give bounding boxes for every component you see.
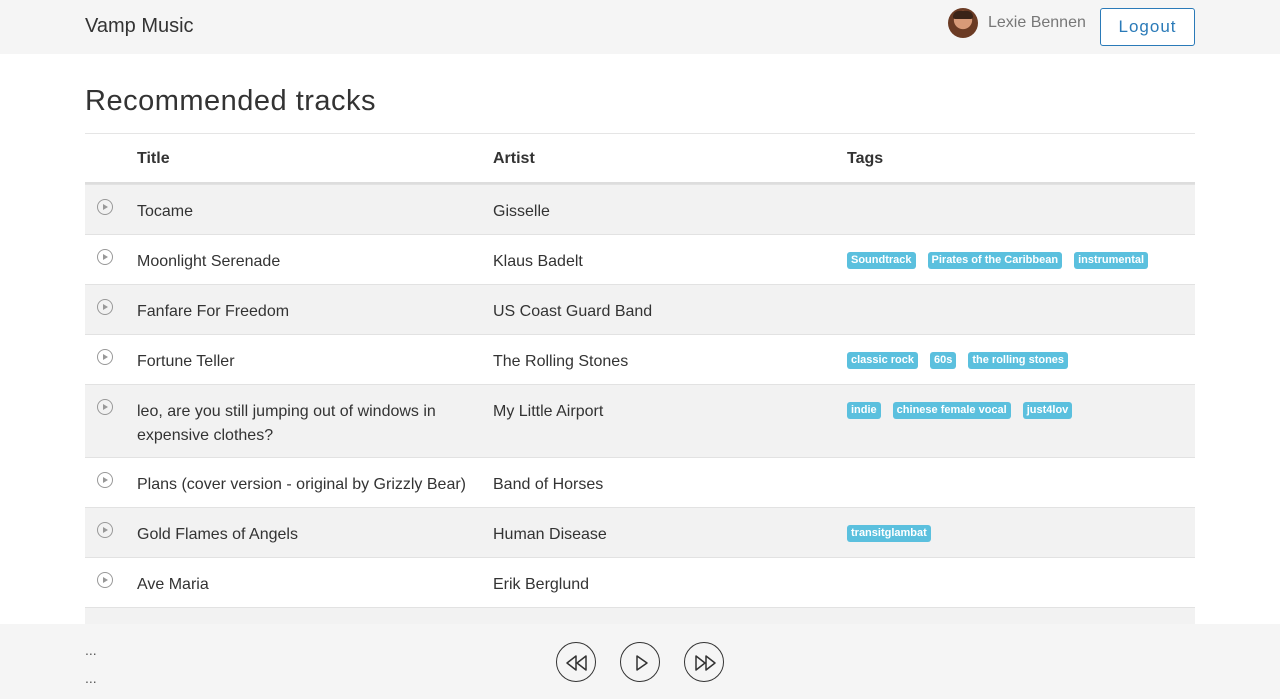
play-track-icon[interactable] bbox=[97, 399, 113, 415]
tag-badge[interactable]: Pirates of the Caribbean bbox=[927, 252, 1063, 269]
play-track-icon[interactable] bbox=[97, 249, 113, 265]
track-artist: US Coast Guard Band bbox=[493, 303, 653, 320]
user-name: Lexie Bennen bbox=[988, 14, 1086, 31]
tag-badge[interactable]: chinese female vocal bbox=[892, 402, 1011, 419]
tag-badge[interactable]: 60s bbox=[930, 352, 957, 369]
avatar[interactable] bbox=[948, 8, 978, 38]
column-header-tags: Tags bbox=[847, 150, 884, 167]
column-header-artist: Artist bbox=[493, 150, 535, 167]
track-artist: Klaus Badelt bbox=[493, 253, 583, 270]
play-button[interactable] bbox=[620, 642, 660, 682]
track-title: Fanfare For Freedom bbox=[137, 303, 290, 320]
track-tags: classic rock 60s the rolling stones bbox=[847, 352, 1080, 369]
table-row[interactable]: Plans (cover version - original by Grizz… bbox=[85, 457, 1195, 507]
track-tags: indie chinese female vocal just4lov bbox=[847, 402, 1084, 419]
tag-badge[interactable]: instrumental bbox=[1074, 252, 1149, 269]
table-row[interactable]: Tocame Gisselle bbox=[85, 184, 1195, 234]
table-header: Title Artist Tags bbox=[85, 134, 1195, 184]
player-bar: ... ... bbox=[0, 624, 1280, 699]
table-row[interactable]: Moonlight Serenade Klaus Badelt Soundtrack… bbox=[85, 234, 1195, 284]
table-row[interactable]: Ave Maria Erik Berglund bbox=[85, 557, 1195, 607]
track-artist: The Rolling Stones bbox=[493, 353, 629, 370]
track-title: Ave Maria bbox=[137, 576, 209, 593]
play-track-icon[interactable] bbox=[97, 472, 113, 488]
track-artist: My Little Airport bbox=[493, 403, 604, 420]
track-artist: Erik Berglund bbox=[493, 576, 590, 593]
fast-forward-icon bbox=[695, 655, 716, 671]
column-header-title: Title bbox=[137, 150, 170, 167]
tag-badge[interactable]: indie bbox=[847, 402, 881, 419]
tag-badge[interactable]: classic rock bbox=[847, 352, 918, 369]
track-title: Tocame bbox=[137, 203, 194, 220]
track-tags: transitglambat bbox=[847, 525, 943, 542]
track-title: Moonlight Serenade bbox=[137, 253, 281, 270]
tag-badge[interactable]: just4lov bbox=[1022, 402, 1073, 419]
next-button[interactable] bbox=[684, 642, 724, 682]
track-tags: Soundtrack Pirates of the Caribbean instru… bbox=[847, 252, 1160, 269]
previous-button[interactable] bbox=[556, 642, 596, 682]
play-track-icon[interactable] bbox=[97, 299, 113, 315]
play-track-icon[interactable] bbox=[97, 522, 113, 538]
page-title: Recommended tracks bbox=[85, 85, 377, 117]
play-track-icon[interactable] bbox=[97, 199, 113, 215]
table-row[interactable]: Fortune Teller The Rolling Stones classic … bbox=[85, 334, 1195, 384]
table-row[interactable]: Gold Flames of Angels Human Disease transi… bbox=[85, 507, 1195, 557]
tag-badge[interactable]: the rolling stones bbox=[968, 352, 1069, 369]
track-title: Gold Flames of Angels bbox=[137, 526, 298, 543]
track-artist: Band of Horses bbox=[493, 476, 604, 493]
play-track-icon[interactable] bbox=[97, 349, 113, 365]
track-title: Fortune Teller bbox=[137, 353, 235, 370]
now-playing-artist: ... bbox=[85, 670, 97, 686]
track-title: Plans (cover version - original by Grizz… bbox=[137, 476, 466, 493]
logout-button[interactable]: Logout bbox=[1100, 8, 1195, 46]
tag-badge[interactable]: Soundtrack bbox=[847, 252, 916, 269]
brand-title[interactable]: Vamp Music bbox=[85, 15, 194, 38]
track-artist: Human Disease bbox=[493, 526, 607, 543]
tag-badge[interactable]: transitglambat bbox=[847, 525, 931, 542]
now-playing-title: ... bbox=[85, 642, 97, 658]
play-icon bbox=[636, 655, 648, 671]
user-profile[interactable]: Lexie Bennen bbox=[948, 8, 1086, 38]
play-track-icon[interactable] bbox=[97, 572, 113, 588]
table-row[interactable]: leo, are you still jumping out of window… bbox=[85, 384, 1195, 457]
tracks-table: Title Artist Tags Tocame Gisselle Moonligh… bbox=[85, 133, 1195, 657]
rewind-icon bbox=[566, 655, 587, 671]
track-title: leo, are you still jumping out of window… bbox=[137, 403, 436, 444]
table-row[interactable]: Fanfare For Freedom US Coast Guard Band bbox=[85, 284, 1195, 334]
navbar: Vamp Music Lexie Bennen Logout bbox=[0, 0, 1280, 54]
track-artist: Gisselle bbox=[493, 203, 550, 220]
table-body: Tocame Gisselle Moonlight Serenade Klaus Ba… bbox=[85, 184, 1195, 657]
